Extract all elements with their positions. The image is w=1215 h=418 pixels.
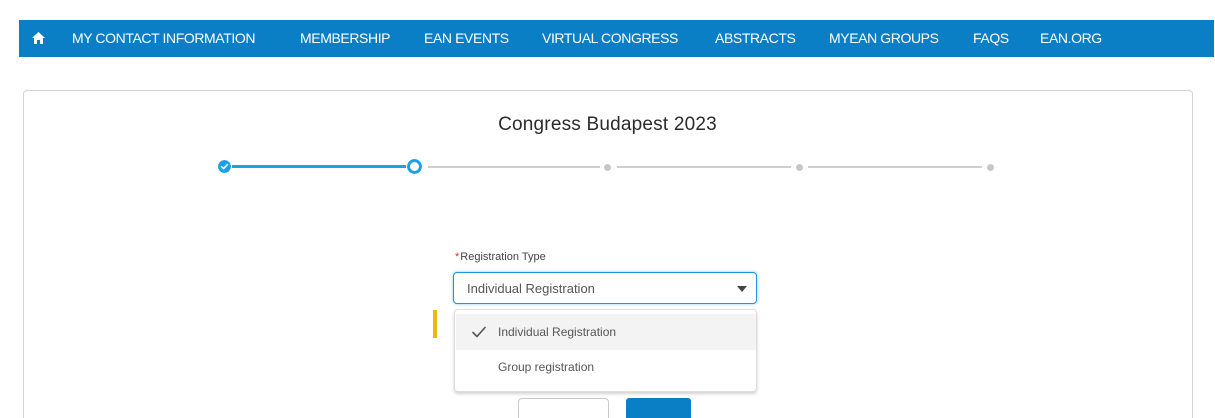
progress-bar-completed: [232, 165, 406, 168]
home-icon[interactable]: [32, 32, 45, 44]
progress-bar-segment: [808, 166, 982, 168]
registration-type-dropdown: Individual Registration Group registrati…: [454, 309, 757, 392]
required-marker: *: [455, 251, 460, 263]
option-individual-registration[interactable]: Individual Registration: [456, 314, 756, 350]
registration-type-value: Individual Registration: [467, 281, 595, 296]
nav-item-abstracts[interactable]: ABSTRACTS: [715, 20, 796, 57]
next-button[interactable]: [626, 398, 691, 418]
step-complete-check-icon[interactable]: [218, 160, 231, 173]
step-current-indicator[interactable]: [407, 159, 422, 174]
nav-item-faqs[interactable]: FAQS: [973, 20, 1009, 57]
top-nav: MY CONTACT INFORMATION MEMBERSHIP EAN EV…: [19, 20, 1214, 57]
nav-item-myean-groups[interactable]: MYEAN GROUPS: [829, 20, 939, 57]
check-icon: [472, 326, 486, 338]
registration-type-label-text: Registration Type: [460, 251, 546, 263]
progress-bar-segment: [428, 166, 600, 168]
step-pending-indicator[interactable]: [604, 164, 611, 171]
back-button[interactable]: [518, 398, 609, 418]
step-pending-indicator[interactable]: [796, 164, 803, 171]
chevron-down-icon[interactable]: [737, 286, 747, 292]
option-label: Individual Registration: [498, 325, 617, 339]
progress-bar-segment: [617, 166, 791, 168]
focus-marker: [433, 310, 437, 338]
registration-type-select[interactable]: Individual Registration: [453, 272, 757, 304]
nav-item-membership[interactable]: MEMBERSHIP: [300, 20, 391, 57]
step-pending-indicator[interactable]: [987, 164, 994, 171]
page-title: Congress Budapest 2023: [498, 114, 717, 135]
option-label: Group registration: [498, 360, 595, 374]
registration-type-label: *Registration Type: [455, 251, 546, 263]
nav-item-ean-org[interactable]: EAN.ORG: [1040, 20, 1102, 57]
nav-item-ean-events[interactable]: EAN EVENTS: [424, 20, 509, 57]
option-group-registration[interactable]: Group registration: [456, 350, 756, 386]
nav-item-my-contact-information[interactable]: MY CONTACT INFORMATION: [72, 20, 255, 57]
nav-item-virtual-congress[interactable]: VIRTUAL CONGRESS: [542, 20, 678, 57]
